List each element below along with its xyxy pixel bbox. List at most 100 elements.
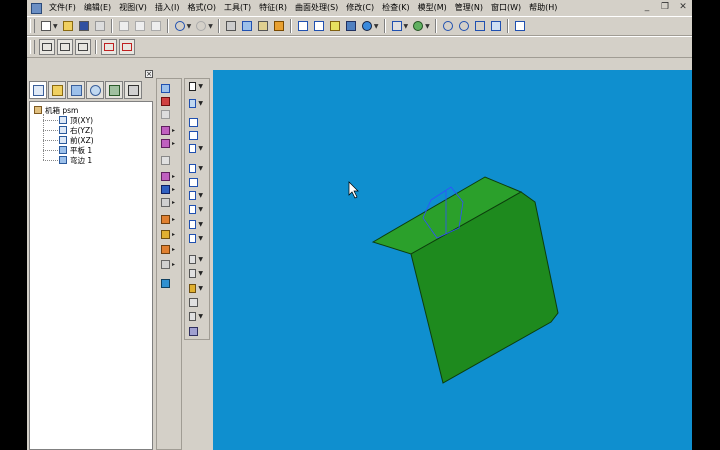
shading-icon[interactable] <box>344 19 358 33</box>
select-icon[interactable]: ▼ <box>189 81 203 92</box>
chevron-down-icon[interactable]: ▼ <box>425 23 430 30</box>
tree-item-right-plane[interactable]: 右(YZ) <box>59 125 93 135</box>
menu-manage[interactable]: 管理(N) <box>451 0 487 16</box>
reorient-icon[interactable] <box>489 19 503 33</box>
flat-tool-icon[interactable]: ▸ <box>161 125 175 136</box>
toolbar-grip[interactable] <box>30 40 35 54</box>
mapkey-icon[interactable] <box>256 19 270 33</box>
hole-tool-icon[interactable]: ▼ <box>189 204 203 215</box>
tab-connections[interactable] <box>124 81 142 99</box>
flat-pattern-tool-icon[interactable]: ▸ <box>161 259 175 270</box>
menu-view[interactable]: 视图(V) <box>115 0 151 16</box>
tab-favorites[interactable] <box>67 81 85 99</box>
datum-plane-tool-icon[interactable] <box>161 83 175 94</box>
wireframe-icon[interactable] <box>296 19 310 33</box>
redo-icon[interactable] <box>194 19 208 33</box>
revolve-tool-icon[interactable] <box>189 177 203 188</box>
menu-format[interactable]: 格式(O) <box>183 0 220 16</box>
open-icon[interactable] <box>61 19 75 33</box>
datum-point-tool-icon[interactable] <box>161 109 175 120</box>
model-display-icon[interactable] <box>272 19 286 33</box>
shell-tool-icon[interactable]: ▼ <box>189 219 203 230</box>
pattern-tool-icon[interactable]: ▼ <box>189 254 203 265</box>
regenerate-icon[interactable] <box>224 19 238 33</box>
menu-modify[interactable]: 修改(C) <box>342 0 378 16</box>
tree-root[interactable]: 机箱 psm <box>34 105 78 115</box>
cut-icon[interactable] <box>117 19 131 33</box>
menu-tools[interactable]: 工具(T) <box>220 0 255 16</box>
tab-history[interactable] <box>86 81 104 99</box>
rib-tool-icon[interactable]: ▼ <box>189 233 203 244</box>
bend-back-tool-icon[interactable]: ▸ <box>161 197 175 208</box>
datum-display-icon[interactable] <box>101 39 117 55</box>
tab-layers[interactable] <box>105 81 123 99</box>
tree-item-top-plane[interactable]: 顶(XY) <box>59 115 93 125</box>
restore-button[interactable]: ❐ <box>660 2 670 13</box>
close-icon[interactable]: × <box>145 70 153 78</box>
extrude-tool-icon[interactable]: ▼ <box>189 163 203 174</box>
spin-center-icon[interactable] <box>411 19 425 33</box>
close-button[interactable]: ✕ <box>678 2 688 13</box>
round-tool-icon[interactable]: ▼ <box>189 268 203 279</box>
help-icon[interactable] <box>513 19 527 33</box>
chevron-down-icon[interactable]: ▼ <box>208 23 213 30</box>
menu-feature[interactable]: 特征(R) <box>255 0 291 16</box>
sheetmetal-flat-icon[interactable] <box>57 39 73 55</box>
new-icon[interactable] <box>39 19 53 33</box>
tab-folder-browser[interactable] <box>48 81 66 99</box>
convert-tool-icon[interactable] <box>161 278 175 289</box>
bend-tool-icon[interactable]: ▸ <box>161 171 175 182</box>
print-icon[interactable] <box>93 19 107 33</box>
zoom-in-icon[interactable] <box>441 19 455 33</box>
toolbar-grip[interactable] <box>30 19 35 33</box>
menu-window[interactable]: 窗口(W) <box>487 0 525 16</box>
point-tool-icon[interactable]: ▼ <box>189 143 203 154</box>
merge-tool-icon[interactable] <box>189 326 203 337</box>
datum-axis-tool-icon[interactable] <box>161 96 175 107</box>
menu-file[interactable]: 文件(F) <box>45 0 80 16</box>
appearance-icon[interactable] <box>360 19 374 33</box>
paste-icon[interactable] <box>149 19 163 33</box>
mirror-tool-icon[interactable]: ▼ <box>189 311 203 322</box>
datum-axis-display-icon[interactable] <box>119 39 135 55</box>
flange-tool-icon[interactable]: ▸ <box>161 138 175 149</box>
chevron-down-icon[interactable]: ▼ <box>53 23 58 30</box>
chevron-down-icon[interactable]: ▼ <box>187 23 192 30</box>
hidden-line-icon[interactable] <box>312 19 326 33</box>
menu-edit[interactable]: 编辑(E) <box>80 0 115 16</box>
sheetmetal-part[interactable] <box>213 70 692 450</box>
sheetmetal-unbend-icon[interactable] <box>75 39 91 55</box>
plane-tool-icon[interactable] <box>189 117 203 128</box>
save-icon[interactable] <box>77 19 91 33</box>
menu-surface[interactable]: 曲面处理(S) <box>291 0 342 16</box>
no-hidden-icon[interactable] <box>328 19 342 33</box>
minimize-button[interactable]: _ <box>642 2 652 13</box>
refit-icon[interactable] <box>473 19 487 33</box>
tree-item-flat-wall[interactable]: 平板 1 <box>59 145 92 155</box>
tree-item-front-plane[interactable]: 前(XZ) <box>59 135 94 145</box>
menu-help[interactable]: 帮助(H) <box>525 0 561 16</box>
form-tool-icon[interactable]: ▸ <box>161 229 175 240</box>
graphics-viewport[interactable] <box>213 70 692 450</box>
draft-tool-icon[interactable] <box>189 297 203 308</box>
extend-tool-icon[interactable] <box>161 155 175 166</box>
blend-tool-icon[interactable]: ▼ <box>189 190 203 201</box>
undo-icon[interactable] <box>173 19 187 33</box>
sketch-tool-icon[interactable]: ▼ <box>189 98 203 109</box>
menu-model[interactable]: 模型(M) <box>414 0 451 16</box>
copy-icon[interactable] <box>133 19 147 33</box>
menu-inspect[interactable]: 检查(K) <box>378 0 414 16</box>
window-activate-icon[interactable] <box>240 19 254 33</box>
chevron-down-icon[interactable]: ▼ <box>374 23 379 30</box>
chevron-down-icon[interactable]: ▼ <box>404 23 409 30</box>
unbend-tool-icon[interactable]: ▸ <box>161 184 175 195</box>
zoom-out-icon[interactable] <box>457 19 471 33</box>
saved-views-icon[interactable] <box>390 19 404 33</box>
menu-insert[interactable]: 插入(I) <box>151 0 184 16</box>
tab-model-tree[interactable] <box>29 81 47 99</box>
axis-tool-icon[interactable] <box>189 130 203 141</box>
corner-relief-tool-icon[interactable]: ▸ <box>161 214 175 225</box>
sheetmetal-icon[interactable] <box>39 39 55 55</box>
tree-item-flange[interactable]: 弯边 1 <box>59 155 92 165</box>
rip-tool-icon[interactable]: ▸ <box>161 244 175 255</box>
